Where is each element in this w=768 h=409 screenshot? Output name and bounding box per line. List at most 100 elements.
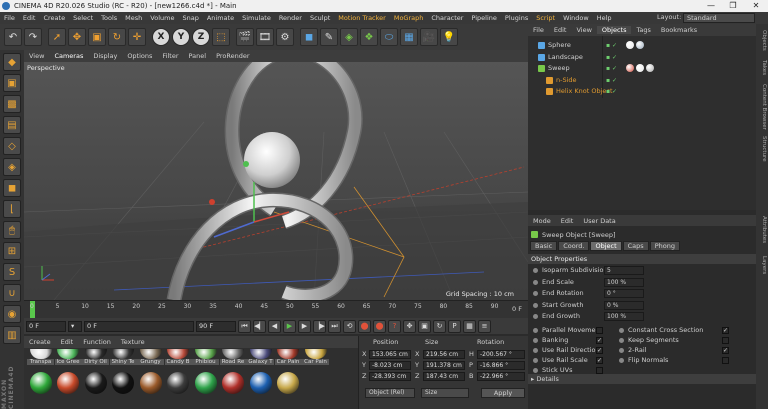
animation-dot-icon[interactable] [533, 337, 538, 343]
tab-content-browser[interactable]: Content Browser [757, 84, 767, 130]
snap-icon[interactable]: S [3, 263, 21, 281]
object-menu-edit[interactable]: Edit [549, 26, 572, 34]
menu-create[interactable]: Create [39, 14, 69, 22]
property-value-field[interactable]: 100 % [604, 277, 644, 287]
object-visibility-toggle[interactable]: ▪ ✓ [606, 42, 622, 49]
material-menu-function[interactable]: Function [78, 338, 116, 346]
menu-volume[interactable]: Volume [146, 14, 178, 22]
attr-menu-edit[interactable]: Edit [556, 217, 579, 225]
material-tag-icon[interactable] [626, 64, 634, 72]
object-menu-objects[interactable]: Objects [596, 26, 632, 34]
attr-tab-coord[interactable]: Coord. [558, 241, 590, 251]
object-menu-tags[interactable]: Tags [631, 26, 655, 34]
undo-icon[interactable]: ↶ [4, 28, 22, 46]
timeline[interactable]: 0 5 10 15 20 25 30 35 40 45 50 55 60 65 70 75 80 85 90 0 F [24, 300, 528, 318]
attr-tab-caps[interactable]: Caps [622, 241, 649, 251]
solo-icon[interactable]: ◉ [3, 305, 21, 323]
menu-animate[interactable]: Animate [203, 14, 238, 22]
workplane-icon[interactable]: ▤ [3, 116, 21, 134]
light-icon[interactable]: 💡 [440, 28, 458, 46]
next-frame-icon[interactable]: ▶ [298, 319, 311, 333]
checkbox[interactable]: ✓ [596, 356, 603, 364]
property-value-field[interactable]: 5 [604, 266, 644, 275]
property-value-field[interactable]: 0 ° [604, 289, 644, 298]
apply-button[interactable]: Apply [481, 388, 525, 398]
checkbox[interactable]: ✓ [722, 326, 729, 334]
x-axis-icon[interactable]: X [152, 28, 170, 46]
menu-character[interactable]: Character [427, 14, 467, 22]
points-mode-icon[interactable]: ◇ [3, 137, 21, 155]
move-icon[interactable]: ✥ [68, 28, 86, 46]
material-swatch[interactable] [55, 372, 82, 394]
select-arrow-icon[interactable]: ➚ [48, 28, 66, 46]
animation-dot-icon[interactable] [533, 367, 538, 373]
deformer-icon[interactable]: ⬭ [380, 28, 398, 46]
material-swatch[interactable]: Shiny Te [109, 349, 137, 365]
menu-edit[interactable]: Edit [19, 14, 40, 22]
material-swatch[interactable] [27, 372, 54, 394]
redo-icon[interactable]: ↷ [24, 28, 42, 46]
object-visibility-toggle[interactable]: ▪ ✓ [606, 88, 622, 95]
attr-tab-object[interactable]: Object [590, 241, 622, 251]
coordinate-system-icon[interactable]: ⬚ [212, 28, 230, 46]
material-tag-icon[interactable] [626, 41, 634, 49]
rotate-icon[interactable]: ↻ [108, 28, 126, 46]
checkbox[interactable] [722, 356, 729, 364]
viewport-menu-prorender[interactable]: ProRender [211, 52, 254, 60]
tab-structure[interactable]: Structure [757, 136, 767, 162]
animation-dot-icon[interactable] [619, 337, 624, 343]
floor-icon[interactable]: ▦ [400, 28, 418, 46]
object-row[interactable]: Landscape ▪ ✓ [528, 52, 756, 63]
go-to-end-icon[interactable]: ⏭ [328, 319, 341, 333]
material-swatch[interactable] [220, 372, 247, 394]
material-menu-texture[interactable]: Texture [116, 338, 150, 346]
viewport-menu-display[interactable]: Display [88, 52, 122, 60]
size-mode-select[interactable]: Size [421, 388, 469, 398]
menu-motion-tracker[interactable]: Motion Tracker [334, 14, 390, 22]
size-x-field[interactable]: 219.56 cm [423, 350, 465, 359]
tab-objects[interactable]: Objects [757, 30, 767, 51]
size-y-field[interactable]: 191.378 cm [423, 361, 465, 370]
attr-tab-phong[interactable]: Phong [649, 241, 680, 251]
position-x-field[interactable]: 153.065 cm [369, 350, 411, 359]
property-value-field[interactable]: 100 % [604, 312, 644, 321]
tab-takes[interactable]: Takes [757, 60, 767, 75]
animation-dot-icon[interactable] [533, 302, 538, 308]
y-axis-icon[interactable]: Y [172, 28, 190, 46]
menu-simulate[interactable]: Simulate [238, 14, 275, 22]
material-swatch[interactable] [192, 372, 219, 394]
key-position-icon[interactable]: ✥ [403, 319, 416, 333]
menu-select[interactable]: Select [69, 14, 97, 22]
viewport-menu-filter[interactable]: Filter [157, 52, 183, 60]
subdivision-icon[interactable]: ◈ [340, 28, 358, 46]
material-tag-icon[interactable] [636, 64, 644, 72]
material-swatch[interactable] [165, 372, 192, 394]
object-row[interactable]: Helix Knot Object ▪ ✓ [528, 86, 756, 97]
key-param-icon[interactable]: P [448, 319, 461, 333]
render-settings-icon[interactable]: ⚙ [276, 28, 294, 46]
material-swatch[interactable]: Car Pain [302, 349, 329, 365]
material-tag-icon[interactable] [636, 41, 644, 49]
menu-plugins[interactable]: Plugins [501, 14, 532, 22]
checkbox[interactable] [596, 326, 603, 334]
checkbox[interactable]: ✓ [722, 346, 729, 354]
animation-dot-icon[interactable] [533, 268, 538, 273]
animation-dot-icon[interactable] [619, 357, 624, 363]
perspective-viewport[interactable]: Perspective Grid Spacing : 10 cm [24, 62, 528, 300]
menu-window[interactable]: Window [559, 14, 593, 22]
scale-icon[interactable]: ▣ [88, 28, 106, 46]
material-swatch[interactable] [247, 372, 274, 394]
menu-mograph[interactable]: MoGraph [390, 14, 428, 22]
polygons-mode-icon[interactable]: ◼ [3, 179, 21, 197]
animation-dot-icon[interactable] [619, 327, 624, 333]
tab-layers[interactable]: Layers [757, 256, 767, 274]
material-swatch[interactable]: Ice Gree [54, 349, 82, 365]
array-icon[interactable]: ❖ [360, 28, 378, 46]
position-z-field[interactable]: -28.393 cm [369, 372, 411, 381]
end-frame-field[interactable]: 90 F [196, 320, 236, 332]
material-menu-create[interactable]: Create [24, 338, 56, 346]
attr-menu-mode[interactable]: Mode [528, 217, 556, 225]
cube-icon[interactable]: ◼ [300, 28, 318, 46]
material-swatch[interactable]: Road Re [219, 349, 247, 365]
menu-mesh[interactable]: Mesh [121, 14, 146, 22]
